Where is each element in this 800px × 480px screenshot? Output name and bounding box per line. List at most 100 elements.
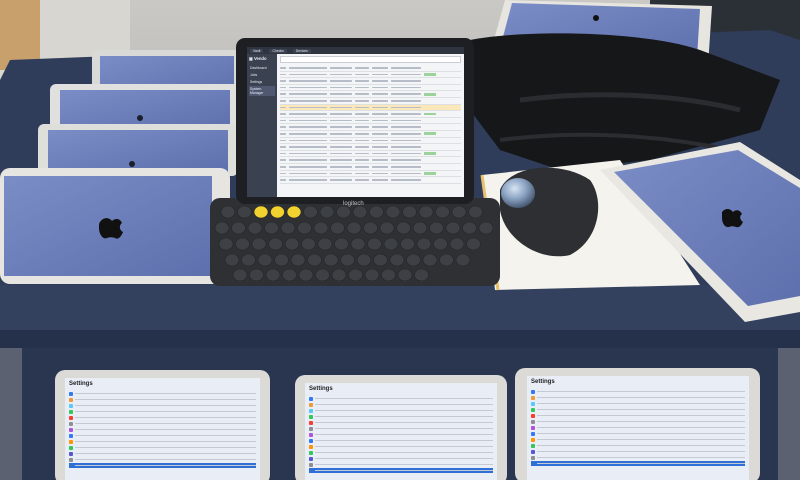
settings-row[interactable] xyxy=(531,395,745,400)
keyboard-key xyxy=(297,221,312,235)
settings-row[interactable] xyxy=(531,401,745,406)
settings-row[interactable] xyxy=(69,433,256,438)
keyboard-key xyxy=(435,205,450,219)
table-row[interactable] xyxy=(280,171,461,178)
settings-row[interactable] xyxy=(69,427,256,432)
table-row[interactable] xyxy=(280,138,461,145)
settings-screen[interactable]: Settings xyxy=(65,378,260,480)
settings-row[interactable] xyxy=(69,421,256,426)
settings-row[interactable] xyxy=(69,409,256,414)
keyboard-key xyxy=(257,253,273,267)
settings-row[interactable] xyxy=(531,455,745,460)
keyboard-key xyxy=(367,237,382,251)
settings-row[interactable] xyxy=(309,438,493,443)
table-row[interactable] xyxy=(280,65,461,72)
table-row[interactable] xyxy=(280,131,461,138)
settings-row[interactable] xyxy=(531,389,745,394)
keyboard-key xyxy=(445,221,461,235)
settings-row[interactable] xyxy=(309,456,493,461)
settings-row[interactable] xyxy=(309,426,493,431)
settings-row[interactable] xyxy=(69,445,256,450)
keyboard-key xyxy=(439,253,454,267)
keyboard-brand-label: logitech xyxy=(343,201,364,207)
settings-screen[interactable]: Settings xyxy=(305,383,497,480)
sidebar-item[interactable]: Jobs xyxy=(249,72,275,78)
settings-screen[interactable]: Settings xyxy=(527,376,749,480)
settings-row[interactable] xyxy=(531,443,745,448)
keyboard-key xyxy=(247,221,263,235)
settings-row[interactable] xyxy=(69,451,256,456)
sidebar-item[interactable]: System Manager xyxy=(249,86,275,96)
keyboard-key xyxy=(451,205,467,219)
keyboard-key xyxy=(397,268,413,282)
table-row[interactable] xyxy=(280,144,461,151)
keyboard-key xyxy=(232,268,248,282)
app-logo-icon: ▦ xyxy=(249,56,253,61)
sidebar-item[interactable]: Dashboard xyxy=(249,65,275,71)
settings-row[interactable] xyxy=(69,391,256,396)
settings-list xyxy=(305,396,497,473)
settings-row[interactable] xyxy=(309,396,493,401)
table-row[interactable] xyxy=(280,85,461,92)
app-sidebar: ▦ Vendo Dashboard Jobs Settings System M… xyxy=(247,54,277,197)
app-tab[interactable]: Vault xyxy=(250,48,264,53)
keyboard-key xyxy=(346,221,362,235)
app-tab[interactable]: Devices xyxy=(292,48,311,53)
settings-row[interactable] xyxy=(69,397,256,402)
table-row[interactable] xyxy=(280,151,461,158)
keyboard-key xyxy=(348,268,363,282)
settings-row[interactable] xyxy=(309,444,493,449)
keyboard-key xyxy=(253,205,269,219)
settings-row[interactable] xyxy=(69,403,256,408)
keyboard-key xyxy=(274,253,289,267)
settings-row[interactable] xyxy=(69,463,256,468)
keyboard-key xyxy=(400,237,415,251)
settings-row[interactable] xyxy=(531,437,745,442)
settings-row[interactable] xyxy=(531,413,745,418)
settings-row[interactable] xyxy=(309,450,493,455)
settings-row[interactable] xyxy=(531,431,745,436)
table-row[interactable] xyxy=(280,164,461,171)
keyboard-key xyxy=(284,237,300,251)
table-row[interactable] xyxy=(280,98,461,105)
keyboard-key xyxy=(373,253,388,267)
settings-row[interactable] xyxy=(309,420,493,425)
settings-row[interactable] xyxy=(531,461,745,466)
settings-row[interactable] xyxy=(309,402,493,407)
settings-row[interactable] xyxy=(531,419,745,424)
table-row[interactable] xyxy=(280,124,461,131)
keyboard-key xyxy=(303,205,318,219)
settings-row[interactable] xyxy=(531,449,745,454)
keyboard-key xyxy=(414,268,429,282)
table-row[interactable] xyxy=(280,72,461,79)
sidebar-item[interactable]: Settings xyxy=(249,79,275,85)
table-row[interactable] xyxy=(280,157,461,164)
settings-row[interactable] xyxy=(309,408,493,413)
settings-row[interactable] xyxy=(309,462,493,467)
settings-row[interactable] xyxy=(309,414,493,419)
table-row[interactable] xyxy=(280,177,461,184)
keyboard-key xyxy=(381,268,396,282)
table-row[interactable] xyxy=(280,78,461,85)
keyboard-key xyxy=(307,253,322,267)
table-row[interactable] xyxy=(280,111,461,118)
app-tab[interactable]: Checks xyxy=(269,48,287,53)
settings-row[interactable] xyxy=(69,439,256,444)
keyboard-key xyxy=(214,221,230,235)
table-row[interactable] xyxy=(280,91,461,98)
settings-row[interactable] xyxy=(531,425,745,430)
search-input[interactable] xyxy=(280,56,461,63)
table-row[interactable] xyxy=(280,118,461,125)
settings-row[interactable] xyxy=(309,468,493,473)
table-row[interactable] xyxy=(280,104,461,112)
settings-row[interactable] xyxy=(69,415,256,420)
app-brand-name: Vendo xyxy=(253,56,267,61)
keyboard-key xyxy=(418,205,434,219)
keyboard-key xyxy=(270,205,285,219)
settings-row[interactable] xyxy=(69,457,256,462)
keyboard-key xyxy=(352,205,368,219)
ipad-app-screen[interactable]: Vault Checks Devices ▦ Vendo Dashboard J… xyxy=(247,47,464,197)
settings-row[interactable] xyxy=(309,432,493,437)
apple-logo-icon-right xyxy=(722,208,743,228)
settings-row[interactable] xyxy=(531,407,745,412)
